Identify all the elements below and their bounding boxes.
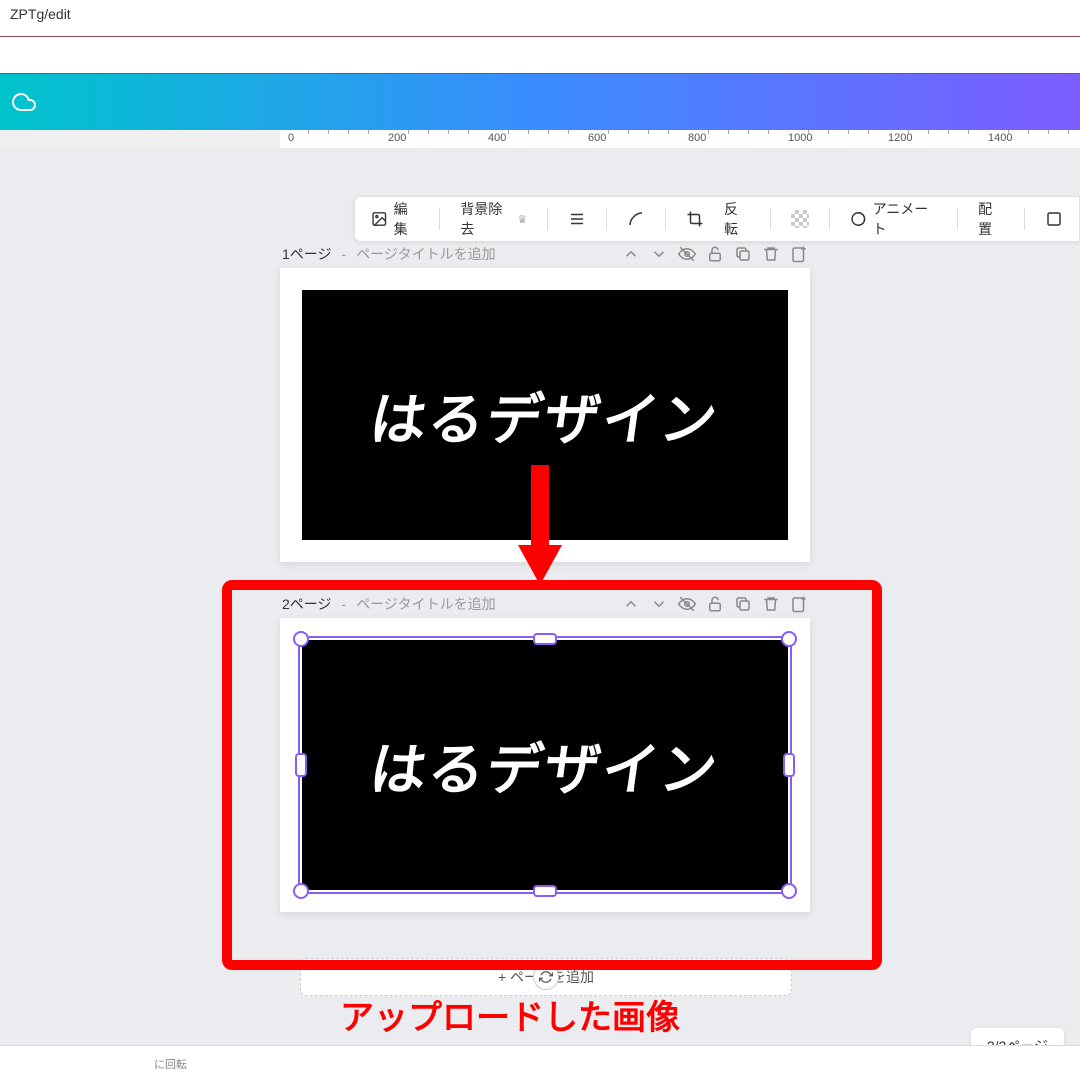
chevron-down-icon[interactable] [650, 595, 668, 613]
edit-image-button[interactable]: 編集 [365, 195, 425, 243]
add-title-link[interactable]: ページタイトルを追加 [356, 594, 495, 614]
trash-icon[interactable] [762, 245, 780, 263]
animate-icon [850, 210, 867, 228]
visibility-icon[interactable] [678, 245, 696, 263]
bottom-strip: に回転 [0, 1045, 1080, 1080]
toolbar-spacer [0, 37, 1080, 74]
url-bar[interactable]: ZPTg/edit [0, 0, 1080, 37]
context-toolbar: 編集 背景除去 ♛ 反転 アニメート 配置 [354, 196, 1080, 242]
crop-icon [686, 210, 704, 228]
visibility-icon[interactable] [678, 595, 696, 613]
flip-label: 反転 [724, 199, 750, 239]
lines-icon [568, 210, 586, 228]
page-number: 2ページ [282, 594, 332, 614]
page-2-canvas[interactable]: はるデザイン [280, 618, 810, 912]
page-1-header: 1ページ - ページタイトルを追加 [280, 240, 810, 268]
duplicate-icon[interactable] [734, 245, 752, 263]
position-label: 配置 [978, 199, 1004, 239]
edit-label: 編集 [394, 199, 420, 239]
lock-icon[interactable] [706, 595, 724, 613]
crop-button[interactable] [680, 206, 710, 232]
refresh-icon[interactable] [533, 964, 559, 990]
chevron-up-icon[interactable] [622, 595, 640, 613]
page-2-content[interactable]: はるデザイン [302, 640, 788, 890]
image-icon [371, 210, 388, 228]
add-title-link[interactable]: ページタイトルを追加 [356, 244, 495, 264]
corner-icon [627, 210, 645, 228]
transparency-button[interactable] [785, 206, 815, 232]
dash: - [342, 596, 347, 612]
logo-text-2: はるデザイン [365, 725, 724, 806]
flip-button[interactable]: 反転 [718, 195, 756, 243]
more-button[interactable] [1039, 206, 1069, 232]
line-style-button[interactable] [562, 206, 592, 232]
arrow-down-annotation [510, 460, 570, 590]
checker-icon [791, 210, 809, 228]
bg-remove-button[interactable]: 背景除去 ♛ [454, 195, 533, 243]
position-button[interactable]: 配置 [972, 195, 1010, 243]
caption-annotation: アップロードした画像 [340, 990, 680, 1039]
add-page-icon[interactable] [790, 595, 808, 613]
page-2-header: 2ページ - ページタイトルを追加 [280, 590, 810, 618]
bgremove-label: 背景除去 [460, 199, 511, 239]
logo-text-1: はるデザイン [365, 375, 724, 456]
cloud-sync-icon[interactable] [12, 90, 36, 114]
app-header [0, 74, 1080, 130]
page-2: 2ページ - ページタイトルを追加 はるデザイン [280, 590, 810, 912]
info-icon [1045, 210, 1063, 228]
corner-button[interactable] [621, 206, 651, 232]
lock-icon[interactable] [706, 245, 724, 263]
page-number: 1ページ [282, 244, 332, 264]
animate-button[interactable]: アニメート [844, 195, 943, 243]
duplicate-icon[interactable] [734, 595, 752, 613]
chevron-up-icon[interactable] [622, 245, 640, 263]
animate-label: アニメート [873, 199, 938, 239]
trash-icon[interactable] [762, 595, 780, 613]
dash: - [342, 246, 347, 262]
crown-icon: ♛ [517, 213, 527, 226]
add-page-icon[interactable] [790, 245, 808, 263]
chevron-down-icon[interactable] [650, 245, 668, 263]
rotate-fragment: に回転 [150, 1052, 191, 1076]
